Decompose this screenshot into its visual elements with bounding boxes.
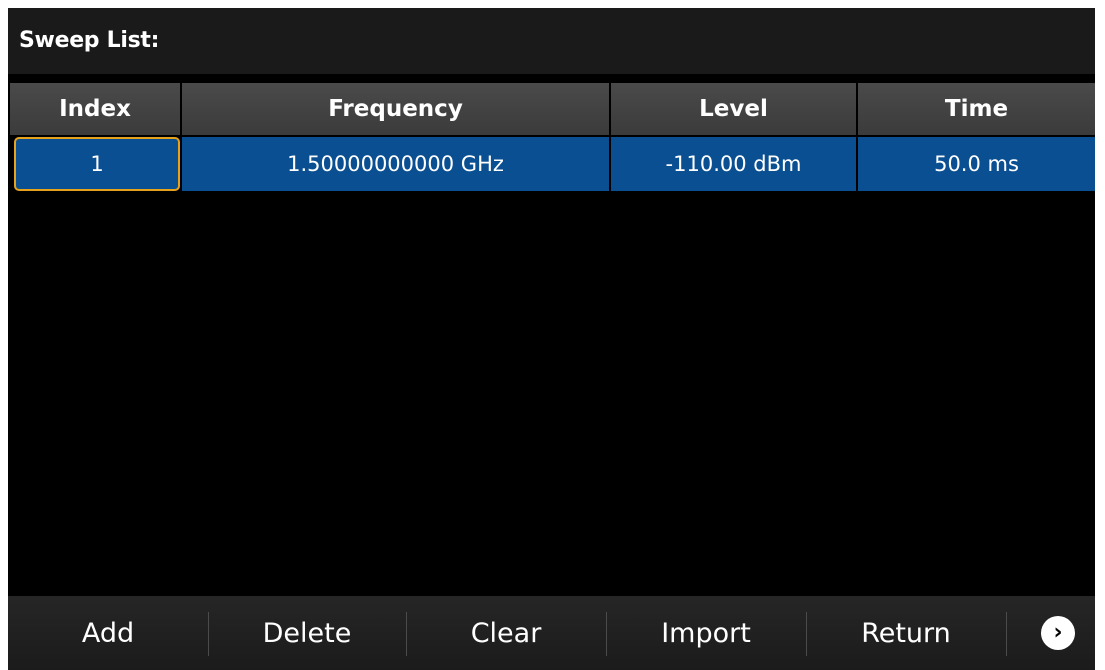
softkey-divider (1006, 612, 1007, 656)
softkey-bar: Add Delete Clear Import Return › (8, 596, 1095, 670)
sweep-list-screen: Sweep List: Index Frequency Level Time 1… (8, 8, 1095, 670)
cell-level[interactable]: -110.00 dBm (611, 137, 856, 191)
cell-time[interactable]: 50.0 ms (858, 137, 1095, 191)
delete-button[interactable]: Delete (208, 596, 406, 670)
column-header-level[interactable]: Level (611, 83, 856, 135)
cell-frequency[interactable]: 1.50000000000 GHz (182, 137, 609, 191)
clear-button[interactable]: Clear (406, 596, 606, 670)
add-button[interactable]: Add (8, 596, 208, 670)
column-header-time[interactable]: Time (858, 83, 1095, 135)
chevron-right-circle-icon[interactable]: › (1041, 616, 1075, 650)
cell-index[interactable]: 1 (14, 137, 180, 191)
page-title: Sweep List: (19, 28, 160, 53)
column-header-frequency[interactable]: Frequency (182, 83, 609, 135)
column-header-index[interactable]: Index (10, 83, 180, 135)
import-button[interactable]: Import (606, 596, 806, 670)
return-button[interactable]: Return (806, 596, 1006, 670)
title-bar: Sweep List: (8, 8, 1095, 74)
